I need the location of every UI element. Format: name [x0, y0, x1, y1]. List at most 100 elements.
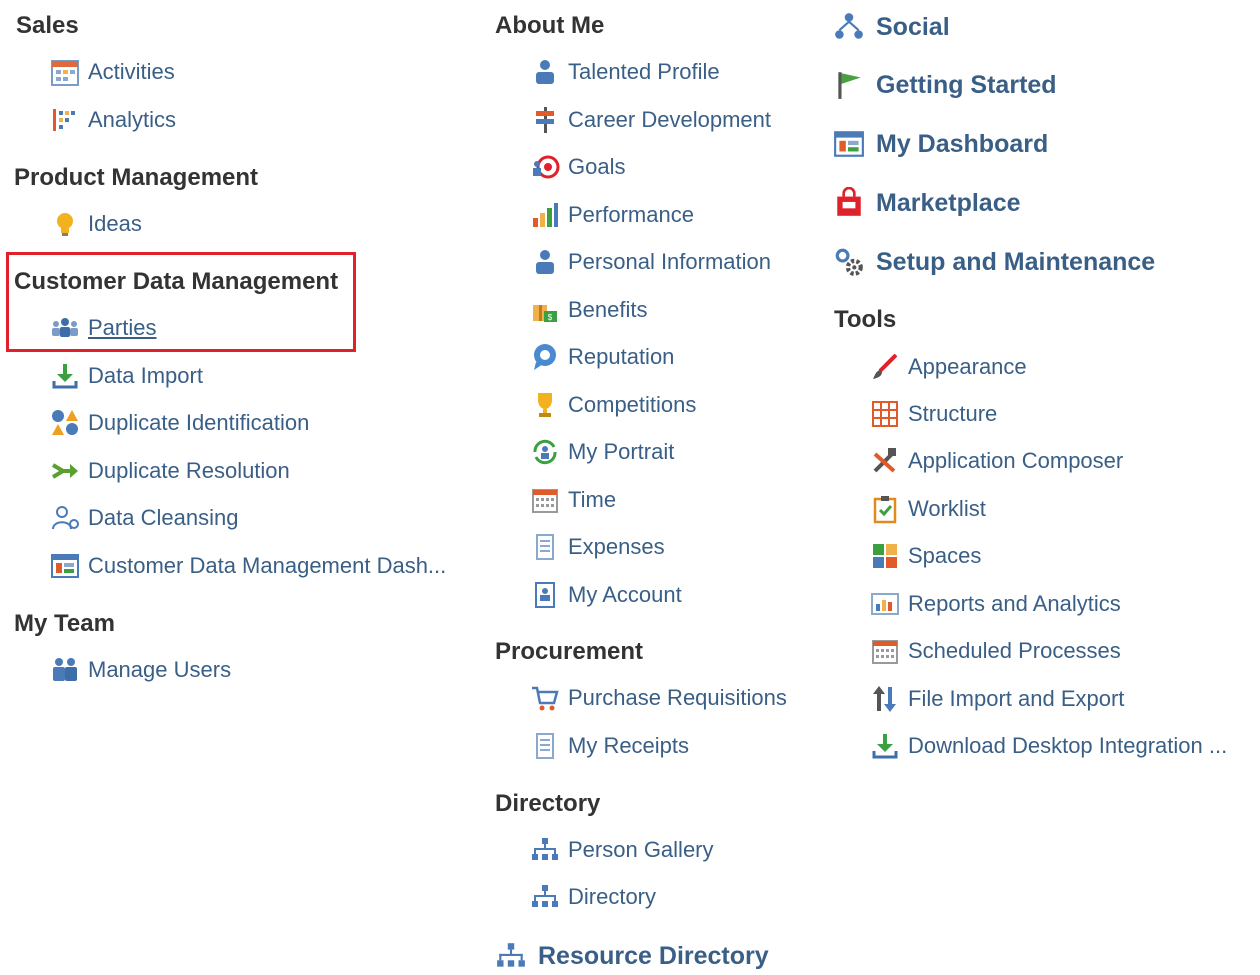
spaces-grid-icon — [868, 539, 902, 573]
document-icon — [528, 729, 562, 763]
nav-item-label: Career Development — [568, 107, 771, 132]
nav-item-purchase-requisitions[interactable]: Purchase Requisitions — [528, 681, 787, 715]
person-icon — [528, 55, 562, 89]
nav-item-label: Resource Directory — [538, 941, 769, 970]
nav-item-my-dashboard[interactable]: My Dashboard — [830, 125, 1048, 163]
nav-item-activities[interactable]: Activities — [48, 55, 175, 89]
portrait-refresh-icon — [528, 435, 562, 469]
nav-item-label: My Portrait — [568, 439, 675, 464]
nav-item-talented-profile[interactable]: Talented Profile — [528, 55, 720, 89]
org-chart-icon — [492, 937, 530, 975]
nav-item-label: Benefits — [568, 297, 648, 322]
people-group-icon — [48, 311, 82, 345]
nav-item-manage-users[interactable]: Manage Users — [48, 653, 231, 687]
nav-item-resource-directory[interactable]: Resource Directory — [492, 937, 769, 975]
nav-item-label: Duplicate Identification — [88, 410, 310, 435]
nav-item-label: Spaces — [908, 543, 982, 568]
nav-item-label: Setup and Maintenance — [876, 247, 1156, 276]
nav-item-label: Activities — [88, 59, 175, 84]
nav-item-download-desktop-integration[interactable]: Download Desktop Integration ... — [868, 729, 1227, 763]
nav-item-worklist[interactable]: Worklist — [868, 492, 986, 526]
nav-item-parties[interactable]: Parties — [48, 311, 156, 345]
nav-item-label: Goals — [568, 154, 626, 179]
nav-item-ideas[interactable]: Ideas — [48, 207, 142, 241]
nav-item-label: Duplicate Resolution — [88, 458, 290, 483]
nav-item-label: Reports and Analytics — [908, 591, 1121, 616]
nav-item-scheduled-processes[interactable]: Scheduled Processes — [868, 634, 1121, 668]
nav-item-reports-and-analytics[interactable]: Reports and Analytics — [868, 587, 1121, 621]
nav-item-application-composer[interactable]: Application Composer — [868, 444, 1123, 478]
nav-item-my-receipts[interactable]: My Receipts — [528, 729, 689, 763]
nav-item-data-import[interactable]: Data Import — [48, 359, 203, 393]
grid-structure-icon — [868, 397, 902, 431]
nav-item-performance[interactable]: Performance — [528, 198, 694, 232]
nav-item-reputation[interactable]: Reputation — [528, 340, 674, 374]
nav-item-goals[interactable]: Goals — [528, 150, 625, 184]
nav-item-my-account[interactable]: My Account — [528, 578, 682, 612]
nav-item-label: Download Desktop Integration ... — [908, 733, 1228, 758]
flag-icon — [830, 66, 868, 104]
nav-item-marketplace[interactable]: Marketplace — [830, 184, 1021, 222]
nav-item-label: Social — [876, 12, 950, 41]
nav-item-structure[interactable]: Structure — [868, 397, 997, 431]
nav-item-label: Analytics — [88, 107, 177, 132]
social-network-icon — [830, 8, 868, 46]
nav-item-time[interactable]: Time — [528, 483, 616, 517]
nav-item-spaces[interactable]: Spaces — [868, 539, 981, 573]
nav-item-label: Marketplace — [876, 188, 1021, 217]
nav-item-social[interactable]: Social — [830, 8, 950, 46]
users-icon — [48, 653, 82, 687]
download-icon — [48, 359, 82, 393]
bar-chart-icon — [528, 198, 562, 232]
nav-item-personal-information[interactable]: Personal Information — [528, 245, 771, 279]
nav-item-benefits[interactable]: $ Benefits — [528, 293, 648, 327]
nav-item-label: Performance — [568, 202, 694, 227]
nav-item-appearance[interactable]: Appearance — [868, 350, 1027, 384]
nav-item-customer-data-management-dashboard[interactable]: Customer Data Management Dash... — [48, 549, 446, 583]
nav-item-competitions[interactable]: Competitions — [528, 388, 696, 422]
nav-item-my-portrait[interactable]: My Portrait — [528, 435, 674, 469]
section-title-procurement: Procurement — [495, 638, 644, 665]
nav-item-label: Personal Information — [568, 249, 771, 274]
nav-item-label: Person Gallery — [568, 837, 714, 862]
nav-item-label: Appearance — [908, 354, 1027, 379]
dashboard-icon — [48, 549, 82, 583]
tools-icon — [868, 444, 902, 478]
paintbrush-icon — [868, 350, 902, 384]
account-card-icon — [528, 578, 562, 612]
nav-item-analytics[interactable]: Analytics — [48, 103, 176, 137]
lightbulb-icon — [48, 207, 82, 241]
section-title-product-management: Product Management — [14, 164, 259, 191]
org-chart-icon — [528, 833, 562, 867]
clipboard-check-icon — [868, 492, 902, 526]
calendar-icon — [868, 634, 902, 668]
nav-item-person-gallery[interactable]: Person Gallery — [528, 833, 714, 867]
user-cleansing-icon — [48, 501, 82, 535]
nav-item-label: Time — [568, 487, 617, 512]
nav-item-label: Reputation — [568, 344, 675, 369]
shapes-icon — [48, 406, 82, 440]
nav-item-career-development[interactable]: Career Development — [528, 103, 771, 137]
section-title-about-me: About Me — [495, 12, 605, 39]
target-icon — [528, 150, 562, 184]
gears-icon — [830, 243, 868, 281]
calendar-icon — [528, 483, 562, 517]
nav-item-directory[interactable]: Directory — [528, 880, 656, 914]
nav-item-duplicate-identification[interactable]: Duplicate Identification — [48, 406, 309, 440]
nav-item-label: Parties — [88, 315, 157, 340]
nav-item-label: My Dashboard — [876, 129, 1049, 158]
nav-item-getting-started[interactable]: Getting Started — [830, 66, 1057, 104]
trophy-icon — [528, 388, 562, 422]
nav-item-setup-and-maintenance[interactable]: Setup and Maintenance — [830, 243, 1155, 281]
nav-item-duplicate-resolution[interactable]: Duplicate Resolution — [48, 454, 290, 488]
nav-item-label: Structure — [908, 401, 998, 426]
nav-item-data-cleansing[interactable]: Data Cleansing — [48, 501, 238, 535]
nav-item-label: Expenses — [568, 534, 665, 559]
nav-item-label: My Receipts — [568, 733, 690, 758]
signpost-icon — [528, 103, 562, 137]
shopping-bag-icon — [830, 184, 868, 222]
analytics-icon — [48, 103, 82, 137]
nav-item-label: Manage Users — [88, 657, 232, 682]
nav-item-file-import-and-export[interactable]: File Import and Export — [868, 682, 1124, 716]
nav-item-expenses[interactable]: Expenses — [528, 530, 665, 564]
